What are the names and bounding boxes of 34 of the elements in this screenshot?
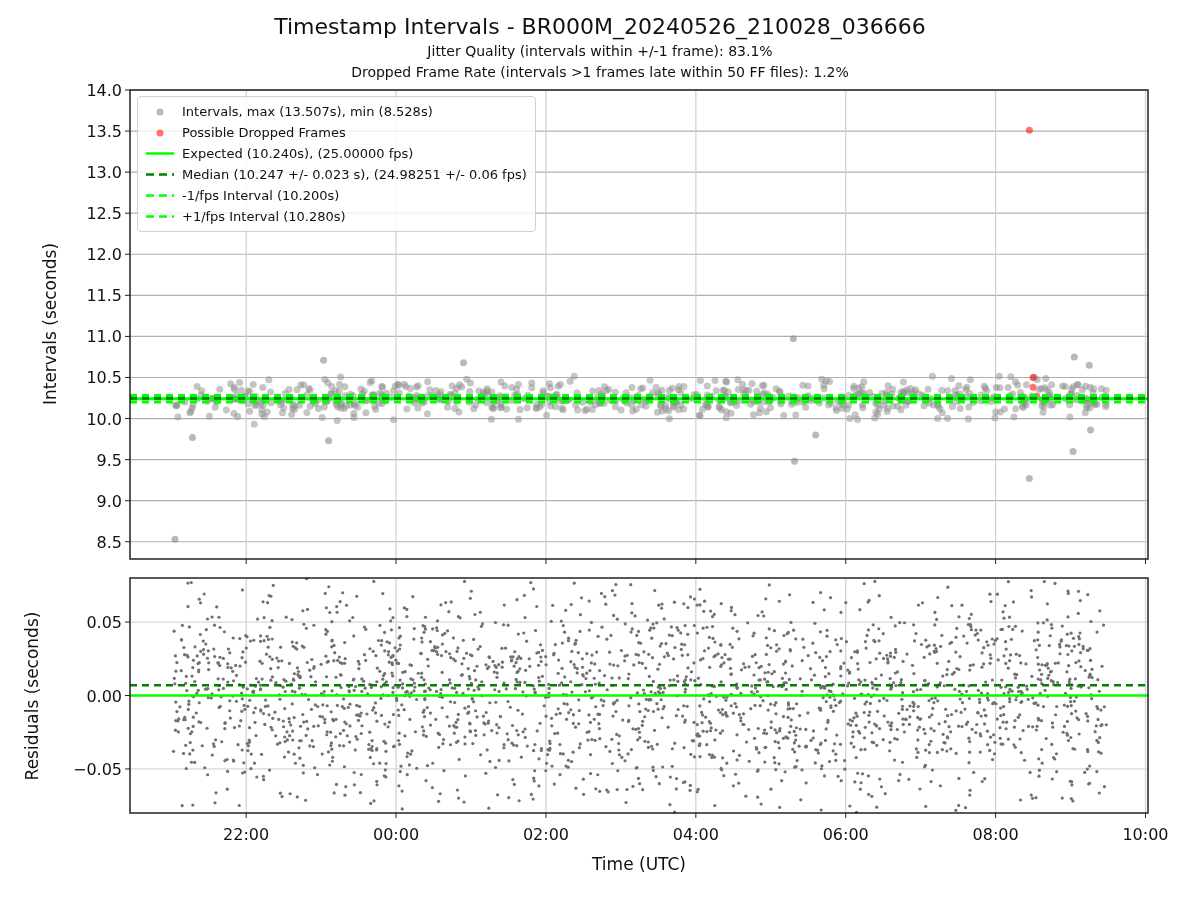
legend-label: Possible Dropped Frames xyxy=(182,123,346,142)
tick-label: 0.05 xyxy=(86,613,122,633)
tick-label: 9.5 xyxy=(96,450,122,470)
tick-label: 13.5 xyxy=(86,122,122,142)
legend-label: +1/fps Interval (10.280s) xyxy=(182,207,346,226)
figure-subtitle: Jitter Quality (intervals within +/-1 frame): 83.1% xyxy=(427,42,773,61)
tick-label: 12.0 xyxy=(86,245,122,265)
tick-label: 12.5 xyxy=(86,204,122,224)
tick-label: 22:00 xyxy=(223,825,270,844)
tick-label: 11.0 xyxy=(86,327,122,347)
tick-label: 8.5 xyxy=(96,532,122,552)
tick-label: 13.0 xyxy=(86,163,122,183)
tick-label: 10.5 xyxy=(86,368,122,388)
tick-label: −0.05 xyxy=(72,759,122,779)
tick-label: 10.0 xyxy=(86,409,122,429)
tick-label: 10:00 xyxy=(1122,825,1169,844)
tick-label: 14.0 xyxy=(86,81,122,100)
legend-label: Expected (10.240s), (25.00000 fps) xyxy=(182,144,414,163)
tick-label: 0.00 xyxy=(86,686,122,706)
legend-label: Intervals, max (13.507s), min (8.528s) xyxy=(182,102,433,121)
tick-label: 04:00 xyxy=(672,825,719,844)
axis-label: Residuals (seconds) xyxy=(22,611,42,781)
figure-subtitle: Dropped Frame Rate (intervals >1 frames late within 50 FF files): 1.2% xyxy=(351,63,849,82)
tick-label: 06:00 xyxy=(822,825,869,844)
tick-label: 11.5 xyxy=(86,286,122,306)
figure-title: Timestamp Intervals - BR000M_20240526_210028_036666 xyxy=(274,13,926,41)
legend-label: -1/fps Interval (10.200s) xyxy=(182,186,340,205)
tick-label: 9.0 xyxy=(96,491,122,511)
axis-label: Time (UTC) xyxy=(592,854,686,874)
tick-label: 08:00 xyxy=(972,825,1019,844)
tick-label: 02:00 xyxy=(522,825,569,844)
axis-label: Intervals (seconds) xyxy=(40,242,60,406)
legend-label: Median (10.247 +/- 0.023 s), (24.98251 +/- 0.06 fps) xyxy=(182,165,527,184)
tick-label: 00:00 xyxy=(373,825,420,844)
